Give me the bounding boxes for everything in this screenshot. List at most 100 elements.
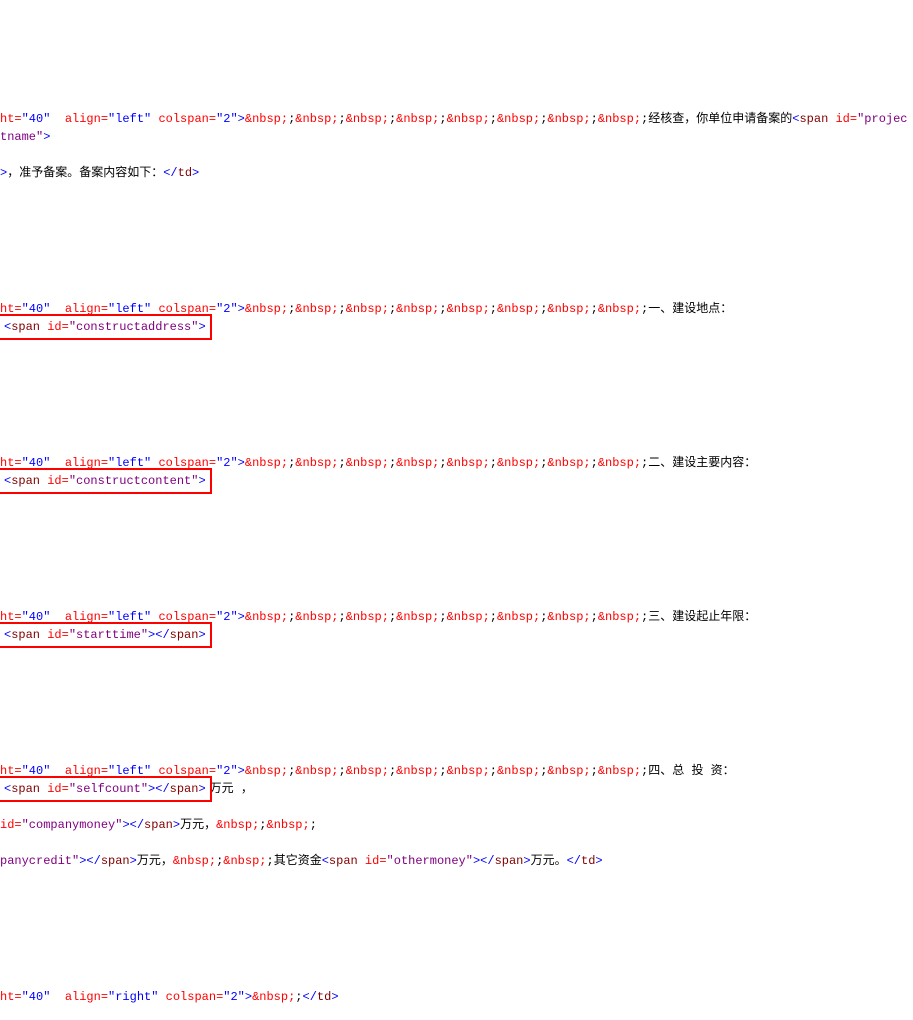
semi: ; (591, 302, 598, 316)
tag-close: > (523, 854, 530, 868)
code-line: panycredit"></span>万元，&nbsp;;&nbsp;;其它资金… (0, 852, 913, 870)
entity-nbsp: &nbsp; (396, 764, 439, 778)
tag-span: span (101, 854, 130, 868)
attr-align: align= (50, 990, 108, 1004)
entity-nbsp: &nbsp; (598, 456, 641, 470)
tag-close: > (198, 628, 205, 642)
tag-open: < (4, 628, 11, 642)
entity-nbsp: &nbsp; (497, 112, 540, 126)
semi: ; (389, 610, 396, 624)
entity-nbsp: &nbsp; (447, 302, 490, 316)
entity-nbsp: &nbsp; (547, 112, 590, 126)
semi: ; (591, 456, 598, 470)
tag-td: td (581, 854, 595, 868)
entity-nbsp: &nbsp; (598, 112, 641, 126)
tag-open: </ (86, 854, 100, 868)
tag-open: </ (567, 854, 581, 868)
semi: ; (339, 610, 346, 624)
semi: ; (439, 764, 446, 778)
val-2: "2" (216, 302, 238, 316)
entity-nbsp: &nbsp; (295, 456, 338, 470)
entity-nbsp: &nbsp; (396, 112, 439, 126)
semi: ; (288, 610, 295, 624)
semi: ; (641, 764, 648, 778)
code-row-6: ht="40" align="right" colspan="2">&nbsp;… (0, 970, 913, 1020)
entity-nbsp: &nbsp; (547, 456, 590, 470)
tag-open: </ (130, 818, 144, 832)
tag-close: > (238, 610, 245, 624)
tag-span: span (799, 112, 828, 126)
semi: ; (288, 764, 295, 778)
semi: ; (591, 610, 598, 624)
semi: ; (540, 764, 547, 778)
tag-close: > (595, 854, 602, 868)
semi: ; (490, 610, 497, 624)
entity-nbsp: &nbsp; (245, 302, 288, 316)
code-row-1: ht="40" align="left" colspan="2">&nbsp;;… (0, 92, 913, 200)
attr-colspan: colspan= (158, 990, 223, 1004)
tag-open: </ (155, 782, 169, 796)
id-panycedit: panycredit" (0, 854, 79, 868)
entity-nbsp: &nbsp; (245, 764, 288, 778)
tag-open: </ (163, 166, 177, 180)
id-companymoney: "companymoney" (22, 818, 123, 832)
id-othermoney: "othermoney" (387, 854, 473, 868)
entity-nbsp: &nbsp; (497, 764, 540, 778)
attr-id: id= (40, 628, 69, 642)
tag-close: > (122, 818, 129, 832)
semi: ; (641, 610, 648, 624)
entity-nbsp: &nbsp; (497, 610, 540, 624)
tag-open: < (4, 782, 11, 796)
attr-colspan: colspan= (151, 112, 216, 126)
entity-nbsp: &nbsp; (447, 456, 490, 470)
semi: ; (339, 302, 346, 316)
entity-nbsp: &nbsp; (547, 764, 590, 778)
tag-close: > (331, 990, 338, 1004)
text-content: 三、建设起止年限： (648, 610, 756, 624)
semi: ; (339, 764, 346, 778)
entity-nbsp: &nbsp; (223, 854, 266, 868)
semi: ; (339, 456, 346, 470)
attr-align: align= (50, 112, 108, 126)
tag-open: </ (480, 854, 494, 868)
val-40: "40" (22, 112, 51, 126)
tag-close: > (238, 302, 245, 316)
semi: ; (216, 854, 223, 868)
semi: ; (439, 456, 446, 470)
semi: ; (439, 610, 446, 624)
tag-close: > (238, 764, 245, 778)
text-content: 万元， (180, 818, 216, 832)
tag-close: > (130, 854, 137, 868)
semi: ; (591, 764, 598, 778)
entity-nbsp: &nbsp; (267, 818, 310, 832)
code-line: ht="40" align="right" colspan="2">&nbsp;… (0, 988, 913, 1006)
semi: ; (439, 302, 446, 316)
tag-close: > (238, 456, 245, 470)
text-content: 一、建设地点： (648, 302, 732, 316)
tag-span: span (329, 854, 358, 868)
tag-span: span (11, 782, 40, 796)
val-2: "2" (216, 610, 238, 624)
highlight-box: <span id="selfcount"></span> (0, 776, 212, 802)
tag-span: span (170, 628, 199, 642)
entity-nbsp: &nbsp; (346, 610, 389, 624)
entity-nbsp: &nbsp; (346, 764, 389, 778)
highlight-box: <span id="starttime"></span> (0, 622, 212, 648)
semi: ; (591, 112, 598, 126)
tag-close: > (79, 854, 86, 868)
tag-span: span (495, 854, 524, 868)
code-row-3: ht="40" align="left" colspan="2">&nbsp;;… (0, 436, 913, 508)
code-line: >，准予备案。备案内容如下：</td> (0, 164, 913, 182)
tag-close: > (198, 782, 205, 796)
tag-close: > (173, 818, 180, 832)
entity-nbsp: &nbsp; (396, 456, 439, 470)
attr-id: id= (40, 474, 69, 488)
tag-close: > (245, 990, 252, 1004)
semi: ; (490, 456, 497, 470)
entity-nbsp: &nbsp; (245, 112, 288, 126)
text-content: ，准予备案。备案内容如下： (7, 166, 163, 180)
attr-id: id= (40, 782, 69, 796)
entity-nbsp: &nbsp; (295, 112, 338, 126)
val-right: "right" (108, 990, 158, 1004)
tag-span: span (11, 320, 40, 334)
